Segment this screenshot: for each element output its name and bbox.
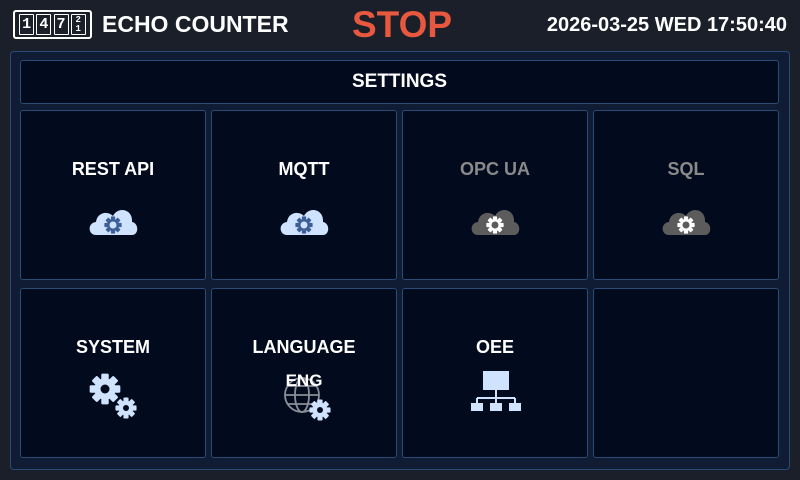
machine-status: STOP xyxy=(352,4,453,45)
gears-icon xyxy=(89,373,137,419)
opc-ua-tile[interactable]: OPC UA xyxy=(402,110,588,280)
cloud-gear-icon xyxy=(471,210,520,235)
settings-title: SETTINGS xyxy=(351,71,447,92)
logo-digit: 7 xyxy=(53,14,69,35)
logo-digit-rolling: 2 1 xyxy=(70,14,86,35)
rest-api-label: REST API xyxy=(71,159,155,179)
top-bar: 1 4 7 2 1 ECHO COUNTER STOP 2026-03-25 W… xyxy=(0,0,800,50)
sql-tile[interactable]: SQL xyxy=(593,110,779,280)
mqtt-label: MQTT xyxy=(278,159,330,179)
rest-api-tile[interactable]: REST API xyxy=(20,110,206,280)
datetime-display: 2026-03-25 WED 17:50:40 xyxy=(546,14,787,36)
sql-label: SQL xyxy=(667,159,705,179)
network-icon xyxy=(471,371,521,411)
language-tile[interactable]: LANGUAGE ENG xyxy=(211,288,397,458)
oee-tile[interactable]: OEE xyxy=(402,288,588,458)
system-tile[interactable]: SYSTEM xyxy=(20,288,206,458)
counter-logo-icon: 1 4 7 2 1 xyxy=(13,10,92,39)
logo-digit-bottom: 1 xyxy=(75,23,81,34)
empty-tile xyxy=(593,288,779,458)
logo-digit: 1 xyxy=(19,14,35,35)
language-current-value: ENG xyxy=(285,371,323,390)
cloud-gear-icon xyxy=(280,210,329,235)
settings-header: SETTINGS xyxy=(20,60,779,104)
oee-label: OEE xyxy=(475,337,514,357)
app-title: ECHO COUNTER xyxy=(102,11,289,37)
system-label: SYSTEM xyxy=(75,337,150,357)
logo-digit: 4 xyxy=(36,14,52,35)
cloud-gear-icon xyxy=(662,210,711,235)
opc-ua-label: OPC UA xyxy=(459,159,530,179)
mqtt-tile[interactable]: MQTT xyxy=(211,110,397,280)
cloud-gear-icon xyxy=(89,210,138,235)
language-label: LANGUAGE xyxy=(252,337,356,357)
